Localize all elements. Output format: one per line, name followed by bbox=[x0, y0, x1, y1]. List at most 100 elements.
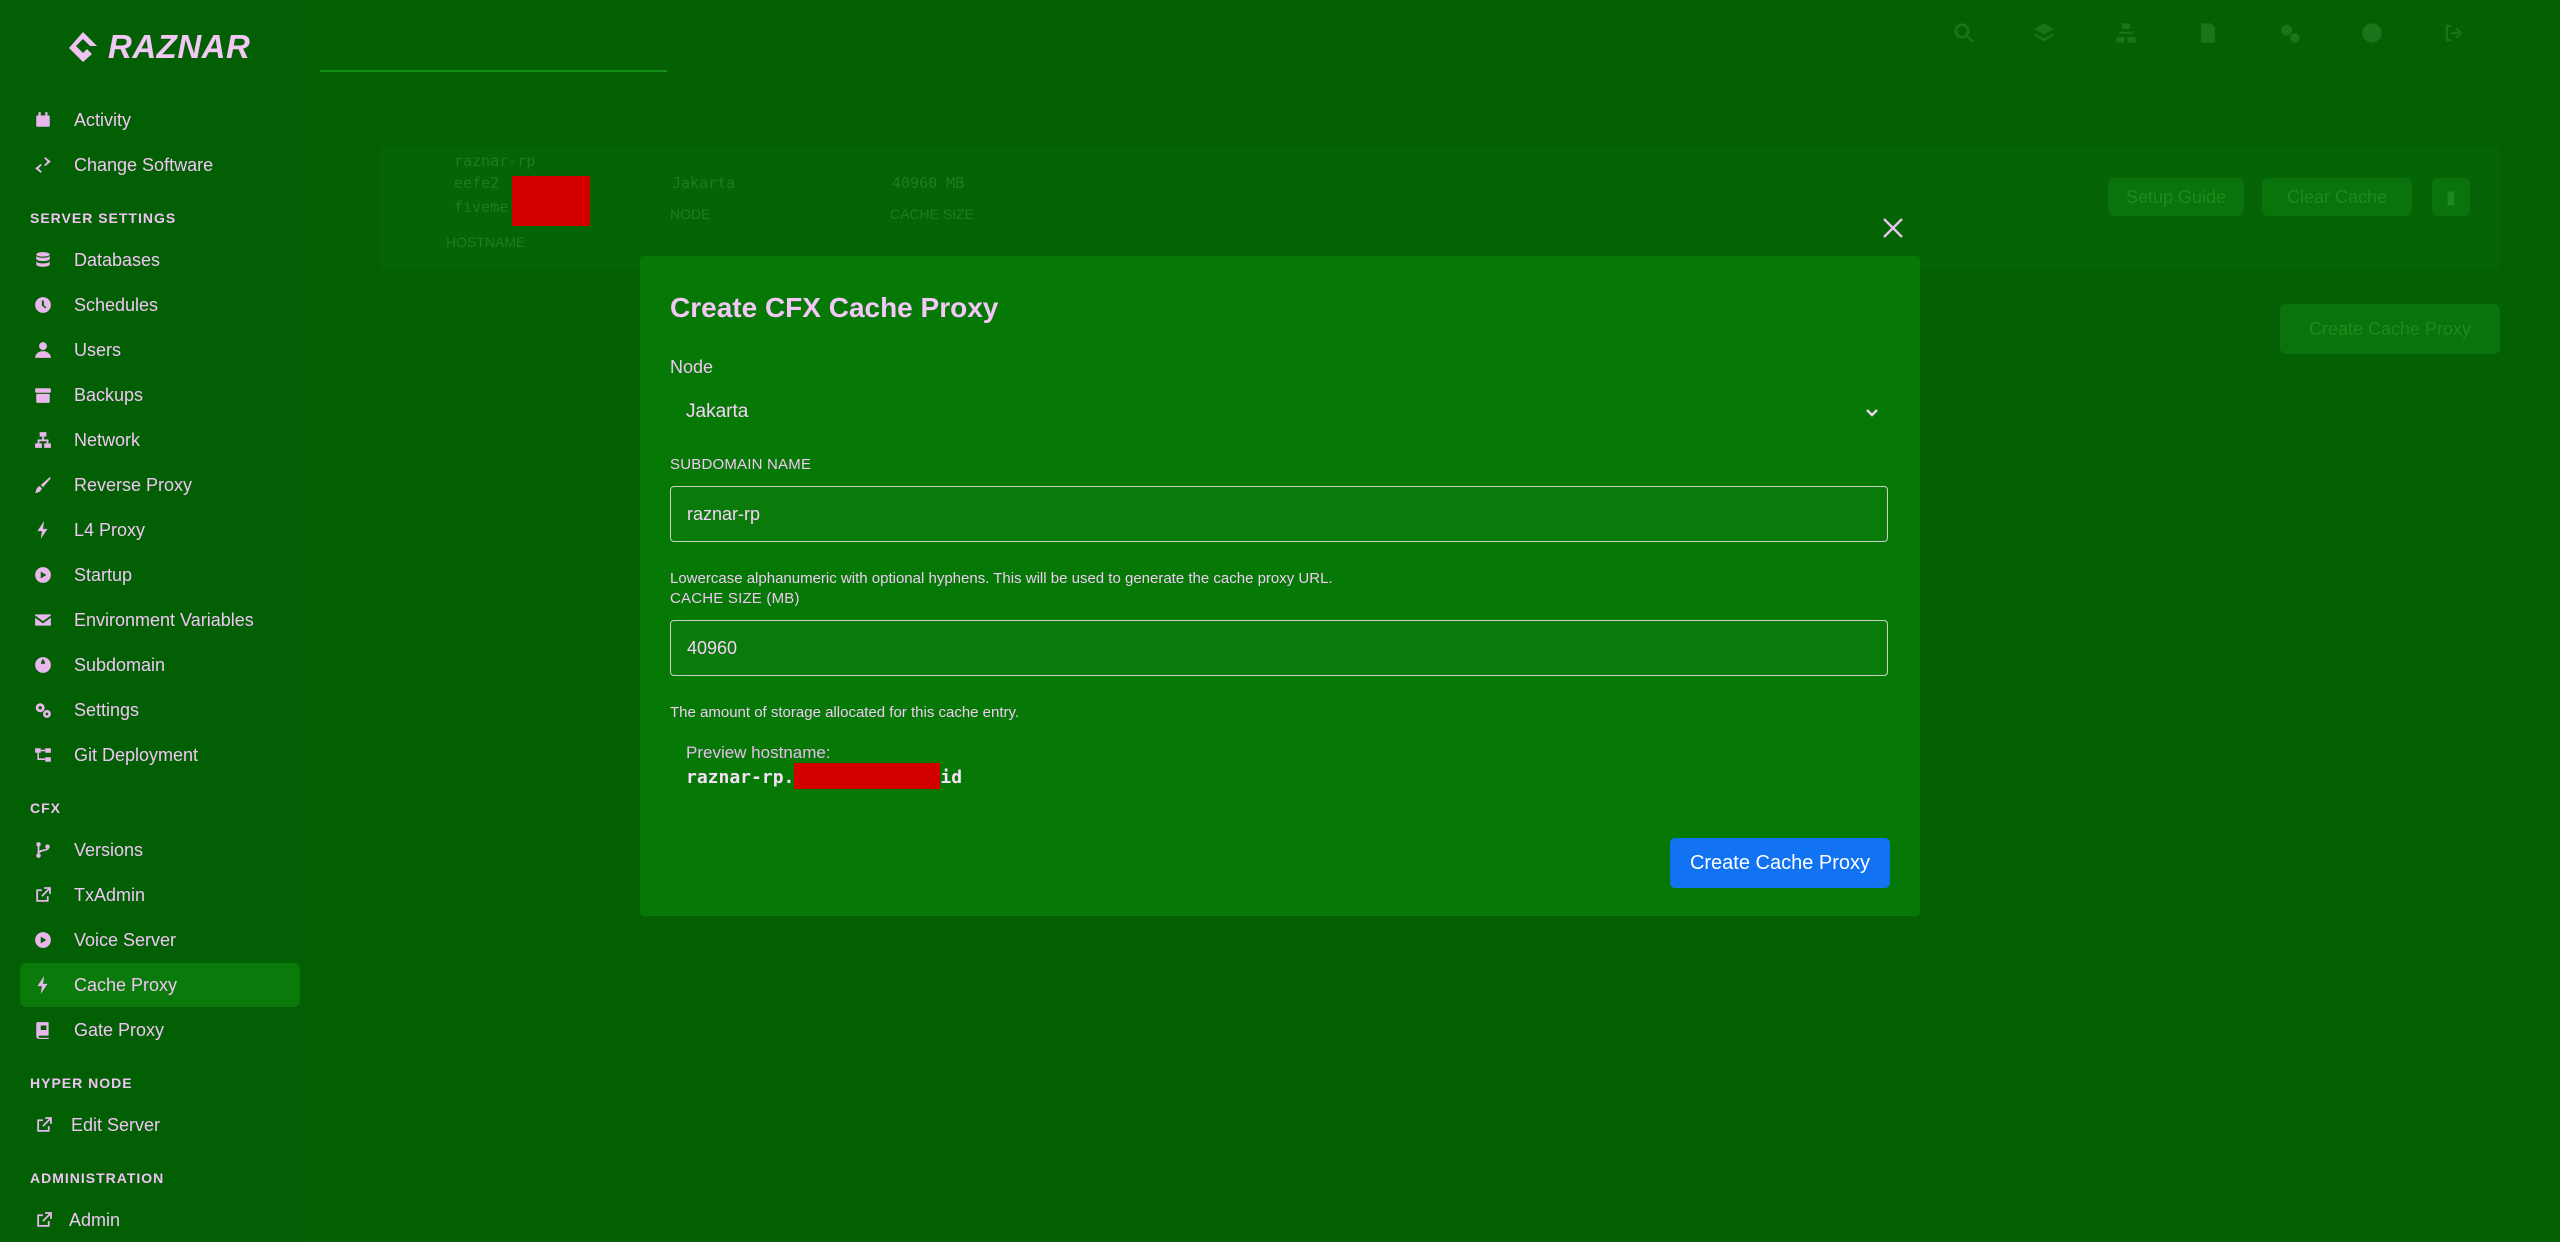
sidebar-item-admin[interactable]: Admin bbox=[25, 1198, 305, 1242]
raznar-logo-icon bbox=[69, 32, 97, 62]
sidebar-item-label: Backups bbox=[74, 384, 144, 405]
hostname-value: raznar-rp bbox=[454, 152, 536, 170]
sidebar-item-label: Change Software bbox=[74, 154, 214, 175]
node-select-value: Jakarta bbox=[686, 401, 749, 422]
sidebar-item-git-deployment[interactable]: Git Deployment bbox=[20, 733, 300, 777]
sidebar-item-label: Gate Proxy bbox=[74, 1019, 165, 1040]
play-icon bbox=[32, 564, 54, 586]
sidebar-item-schedules[interactable]: Schedules bbox=[20, 283, 300, 327]
avatar[interactable] bbox=[2361, 22, 2383, 44]
sidebar-item-edit-server[interactable]: Edit Server bbox=[25, 1103, 305, 1147]
sidebar-item-label: Settings bbox=[74, 699, 140, 720]
sidebar-item-txadmin[interactable]: TxAdmin bbox=[20, 873, 300, 917]
globe-icon bbox=[32, 654, 54, 676]
external-link-icon bbox=[32, 884, 54, 906]
create-cache-proxy-button[interactable]: Create Cache Proxy bbox=[1670, 838, 1890, 888]
sidebar-item-users[interactable]: Users bbox=[20, 328, 300, 372]
sidebar-item-databases[interactable]: Databases bbox=[20, 238, 300, 282]
hostname-value-line2: eefe2 bbox=[454, 174, 500, 192]
sidebar-item-backups[interactable]: Backups bbox=[20, 373, 300, 417]
brand-name: RAZNAR bbox=[108, 28, 251, 65]
cache-size-label: CACHE SIZE (MB) bbox=[670, 590, 800, 607]
cache-size-help-text: The amount of storage allocated for this… bbox=[670, 704, 1020, 721]
sidebar-item-label: Edit Server bbox=[71, 1114, 161, 1135]
section-title-hyper-node: HYPER NODE bbox=[30, 1075, 133, 1091]
preview-hostname-box: Preview hostname: raznar-rp. id bbox=[670, 735, 1890, 795]
layers-icon[interactable] bbox=[2033, 22, 2055, 44]
sidebar-item-label: TxAdmin bbox=[74, 884, 146, 905]
sidebar-item-gate-proxy[interactable]: Gate Proxy bbox=[20, 1008, 300, 1052]
preview-hostname-prefix: raznar-rp. bbox=[686, 767, 795, 788]
close-icon[interactable] bbox=[1880, 215, 1906, 241]
git-icon bbox=[32, 744, 54, 766]
redaction bbox=[794, 763, 941, 789]
network-icon[interactable] bbox=[2115, 22, 2137, 44]
sidebar-item-settings[interactable]: Settings bbox=[20, 688, 300, 732]
subdomain-label: SUBDOMAIN NAME bbox=[670, 456, 812, 473]
sidebar-item-label: Users bbox=[74, 339, 122, 360]
play-icon bbox=[32, 929, 54, 951]
delete-icon[interactable]: ▮ bbox=[2432, 178, 2470, 216]
search-icon[interactable] bbox=[1953, 22, 1975, 44]
sidebar-item-reverse-proxy[interactable]: Reverse Proxy bbox=[20, 463, 300, 507]
cache-size-input[interactable] bbox=[670, 620, 1888, 676]
setup-guide-button[interactable]: Setup Guide bbox=[2108, 178, 2244, 216]
sidebar-item-change-software[interactable]: Change Software bbox=[20, 143, 300, 187]
sidebar-item-label: Cache Proxy bbox=[74, 974, 178, 995]
sidebar-item-network[interactable]: Network bbox=[20, 418, 300, 462]
document-icon[interactable] bbox=[2197, 22, 2219, 44]
user-icon bbox=[32, 339, 54, 361]
sidebar-item-label: Admin bbox=[69, 1209, 121, 1230]
hostname-label: HOSTNAME bbox=[446, 234, 526, 250]
sidebar-item-activity[interactable]: Activity bbox=[20, 98, 300, 142]
cache-size-label: CACHE SIZE bbox=[890, 206, 975, 222]
sidebar-item-label: Schedules bbox=[74, 294, 159, 315]
network-icon bbox=[32, 429, 54, 451]
gears-icon[interactable] bbox=[2279, 22, 2301, 44]
clear-cache-button[interactable]: Clear Cache bbox=[2262, 178, 2412, 216]
external-link-icon bbox=[33, 1114, 55, 1136]
create-cache-proxy-bg-button[interactable]: Create Cache Proxy bbox=[2280, 304, 2500, 354]
database-icon bbox=[32, 249, 54, 271]
book-icon bbox=[32, 1019, 54, 1041]
sidebar-item-label: Voice Server bbox=[74, 929, 177, 950]
bolt-icon bbox=[32, 519, 54, 541]
calendar-icon bbox=[32, 109, 54, 131]
create-cache-proxy-modal: Create CFX Cache Proxy Node Jakarta SUBD… bbox=[640, 256, 1920, 916]
subdomain-help-text: Lowercase alphanumeric with optional hyp… bbox=[670, 570, 1333, 587]
section-title-cfx: CFX bbox=[30, 800, 61, 816]
sidebar-item-environment-variables[interactable]: Environment Variables bbox=[20, 598, 300, 642]
sidebar-item-label: Activity bbox=[74, 109, 132, 130]
cache-size-value: 40960 MB bbox=[892, 174, 965, 192]
node-select[interactable]: Jakarta bbox=[670, 390, 1890, 434]
sidebar-item-label: Reverse Proxy bbox=[74, 474, 193, 495]
tab-underline bbox=[320, 70, 667, 72]
sidebar-item-label: Network bbox=[74, 429, 141, 450]
sidebar-item-cache-proxy[interactable]: Cache Proxy bbox=[20, 963, 300, 1007]
brush-icon bbox=[32, 474, 54, 496]
node-value: Jakarta bbox=[672, 174, 736, 192]
external-link-icon bbox=[33, 1209, 55, 1231]
sidebar-item-label: L4 Proxy bbox=[74, 519, 146, 540]
hostname-value-line3: fiveme bbox=[454, 198, 509, 216]
logout-icon[interactable] bbox=[2443, 22, 2465, 44]
branch-icon bbox=[32, 839, 54, 861]
sidebar-item-subdomain[interactable]: Subdomain bbox=[20, 643, 300, 687]
sidebar-item-label: Versions bbox=[74, 839, 144, 860]
archive-icon bbox=[32, 384, 54, 406]
node-label: Node bbox=[670, 357, 714, 377]
sidebar-item-versions[interactable]: Versions bbox=[20, 828, 300, 872]
sidebar-item-startup[interactable]: Startup bbox=[20, 553, 300, 597]
preview-hostname-value: raznar-rp. id bbox=[686, 763, 963, 789]
preview-hostname-suffix: id bbox=[940, 767, 963, 788]
section-title-administration: ADMINISTRATION bbox=[30, 1170, 165, 1186]
chevron-down-icon bbox=[1864, 404, 1880, 420]
preview-hostname-label: Preview hostname: bbox=[686, 743, 831, 762]
logo[interactable]: RAZNAR bbox=[66, 28, 250, 66]
swap-icon bbox=[32, 154, 54, 176]
subdomain-input[interactable] bbox=[670, 486, 1888, 542]
sidebar: RAZNAR Activity Change Software SERVER S… bbox=[0, 0, 310, 1242]
sidebar-item-l4-proxy[interactable]: L4 Proxy bbox=[20, 508, 300, 552]
sidebar-item-label: Subdomain bbox=[74, 654, 166, 675]
sidebar-item-voice-server[interactable]: Voice Server bbox=[20, 918, 300, 962]
